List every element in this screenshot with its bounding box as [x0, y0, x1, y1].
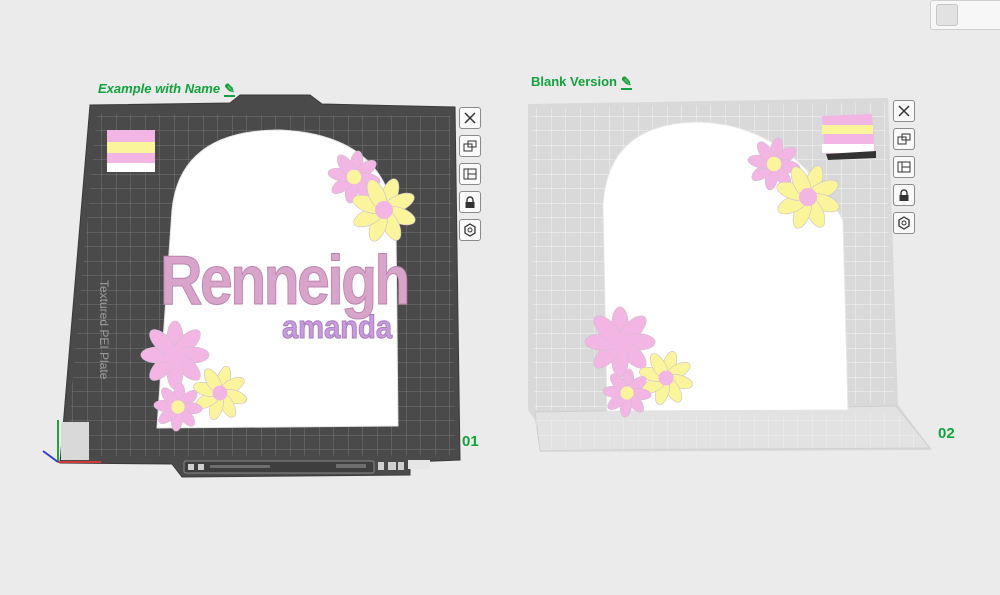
lock-icon[interactable] — [893, 184, 915, 206]
flower-decoration[interactable] — [140, 320, 210, 390]
lock-icon[interactable] — [459, 191, 481, 213]
arrange-icon[interactable] — [459, 163, 481, 185]
name-sub-text[interactable]: amanda — [282, 309, 393, 346]
bed-label: Textured PEI Plate — [97, 280, 111, 380]
auto-orient-icon[interactable] — [459, 135, 481, 157]
settings-icon[interactable] — [893, 212, 915, 234]
plate-2-number: 02 — [938, 425, 955, 442]
arrange-icon[interactable] — [893, 156, 915, 178]
close-icon[interactable] — [893, 100, 915, 122]
filament-swatch[interactable] — [107, 130, 155, 172]
auto-orient-icon[interactable] — [893, 128, 915, 150]
name-main-text[interactable]: Renneigh — [160, 241, 412, 320]
plate-1-toolbar — [459, 107, 485, 247]
close-icon[interactable] — [459, 107, 481, 129]
plate-2-toolbar — [893, 100, 919, 240]
plate-1-number: 01 — [462, 433, 479, 450]
settings-icon[interactable] — [459, 219, 481, 241]
plate-1-canvas[interactable]: Textured PEI Plate Renneigh amanda — [0, 0, 1000, 595]
